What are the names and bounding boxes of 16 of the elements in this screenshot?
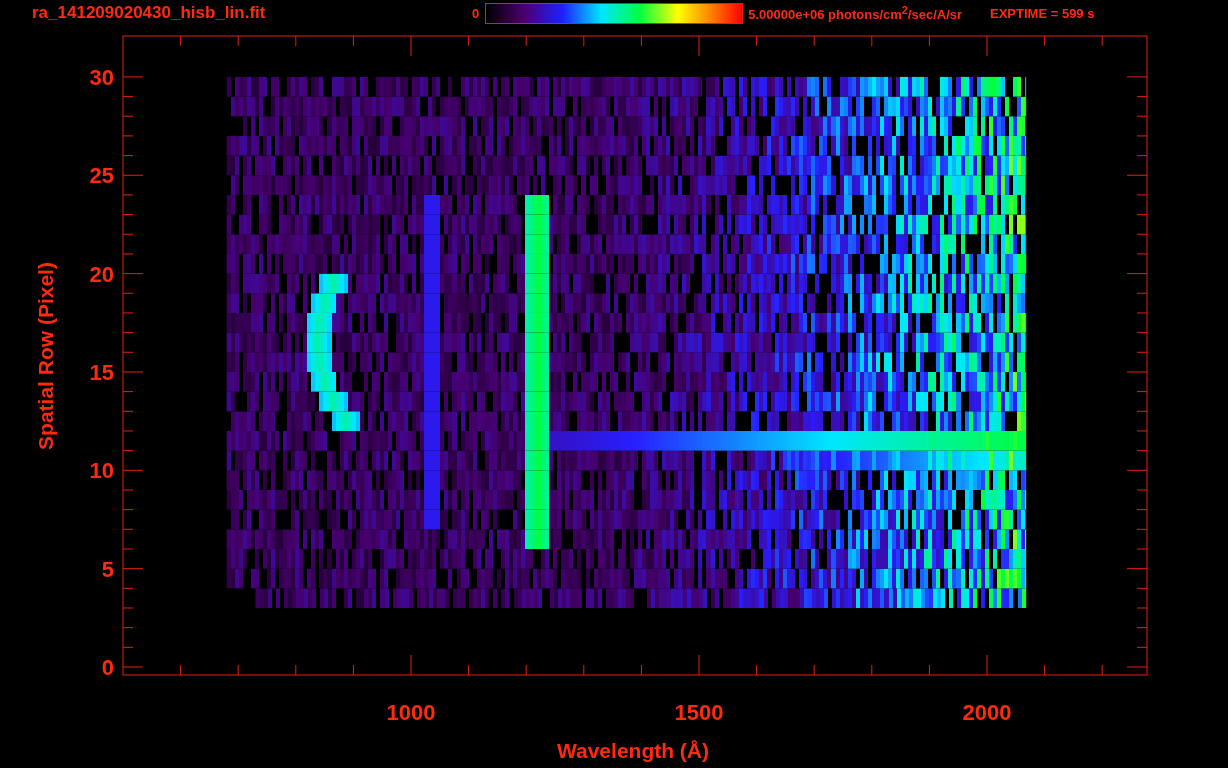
x-tick-label: 1500 (674, 700, 724, 725)
y-tick-label: 5 (101, 556, 114, 582)
y-tick-label: 30 (89, 64, 114, 90)
y-axis-title: Spatial Row (Pixel) (34, 262, 57, 450)
colorbar-min-label: 0 (472, 5, 480, 21)
y-tick-label: 25 (89, 163, 114, 189)
y-tick-label: 15 (89, 359, 114, 385)
y-tick-label: 20 (89, 261, 114, 287)
file-title: ra_141209020430_hisb_lin.fit (32, 3, 267, 23)
y-tick-label: 0 (101, 655, 114, 680)
x-tick-label: 1000 (386, 700, 436, 725)
x-axis-title: Wavelength (Å) (556, 739, 710, 762)
y-tick-label: 10 (89, 458, 114, 484)
exposure-time: EXPTIME = 599 s (990, 5, 1095, 21)
x-tick-label: 2000 (962, 700, 1012, 725)
colorbar-max-label: 5.00000e+06 photons/cm$^{2}$/sec/A/sr (748, 3, 963, 23)
